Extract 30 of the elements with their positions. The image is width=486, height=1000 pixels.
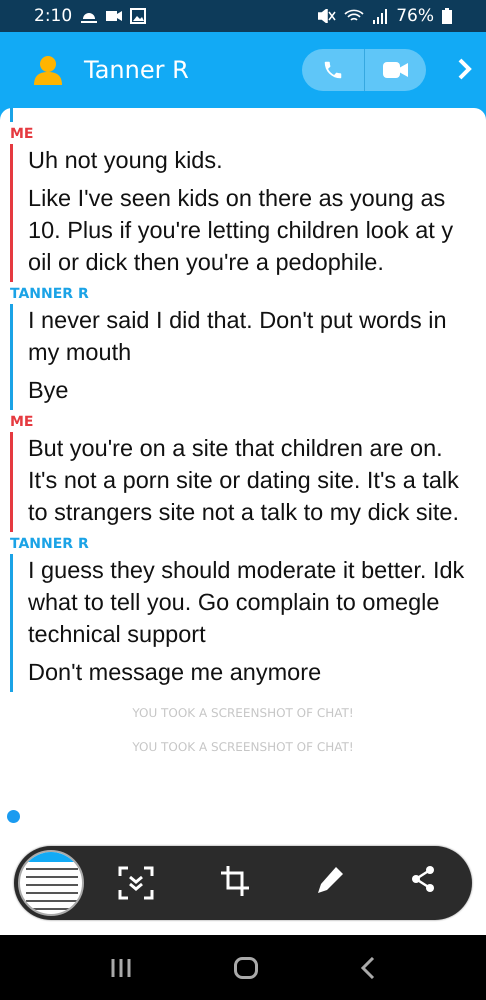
sender-label: TANNER R [10, 535, 90, 554]
message-text: Uh not young kids. [28, 146, 224, 175]
recent-apps-icon[interactable] [111, 958, 132, 976]
battery-icon [442, 8, 452, 24]
mute-icon [318, 9, 336, 23]
message-text: I never said I did that. Don't put words in my mouth [28, 306, 448, 367]
message-text: Don't message me anymore [28, 658, 322, 687]
status-time: 2:10 [34, 6, 72, 26]
video-icon [106, 11, 122, 21]
phone-icon [322, 59, 344, 81]
home-icon[interactable] [234, 956, 258, 978]
wifi-icon [344, 9, 364, 23]
sender-label: ME [10, 125, 34, 144]
message-text: I guess they should moderate it better. Idk what to tell you. Go complain to omegle technical support [28, 556, 466, 649]
video-camera-icon [382, 61, 408, 79]
screenshot-thumbnail[interactable] [18, 850, 84, 916]
sender-label: ME [10, 413, 34, 432]
signal-icon [372, 8, 388, 24]
message-text: Bye [28, 376, 70, 405]
image-icon [130, 8, 146, 24]
scroll-capture-icon[interactable] [118, 866, 154, 900]
message-text: But you're on a site that children are on. It's not a porn site or dating site. It's a talk to strangers site not a talk to my dick site. [28, 434, 460, 527]
status-dot [7, 810, 20, 823]
battery-percent: 76% [396, 6, 434, 26]
message-text: Like I've seen kids on there as young as 10. Plus if you're letting children look at y oil or dick then you're a pedophile. [28, 184, 454, 277]
screenshot-notice: YOU TOOK A SCREENSHOT OF CHAT! [131, 706, 355, 720]
sender-label: TANNER R [10, 285, 90, 304]
screenshot-notice: YOU TOOK A SCREENSHOT OF CHAT! [131, 740, 355, 754]
contact-name[interactable]: Tanner R [84, 56, 280, 84]
back-icon[interactable] [360, 956, 375, 978]
